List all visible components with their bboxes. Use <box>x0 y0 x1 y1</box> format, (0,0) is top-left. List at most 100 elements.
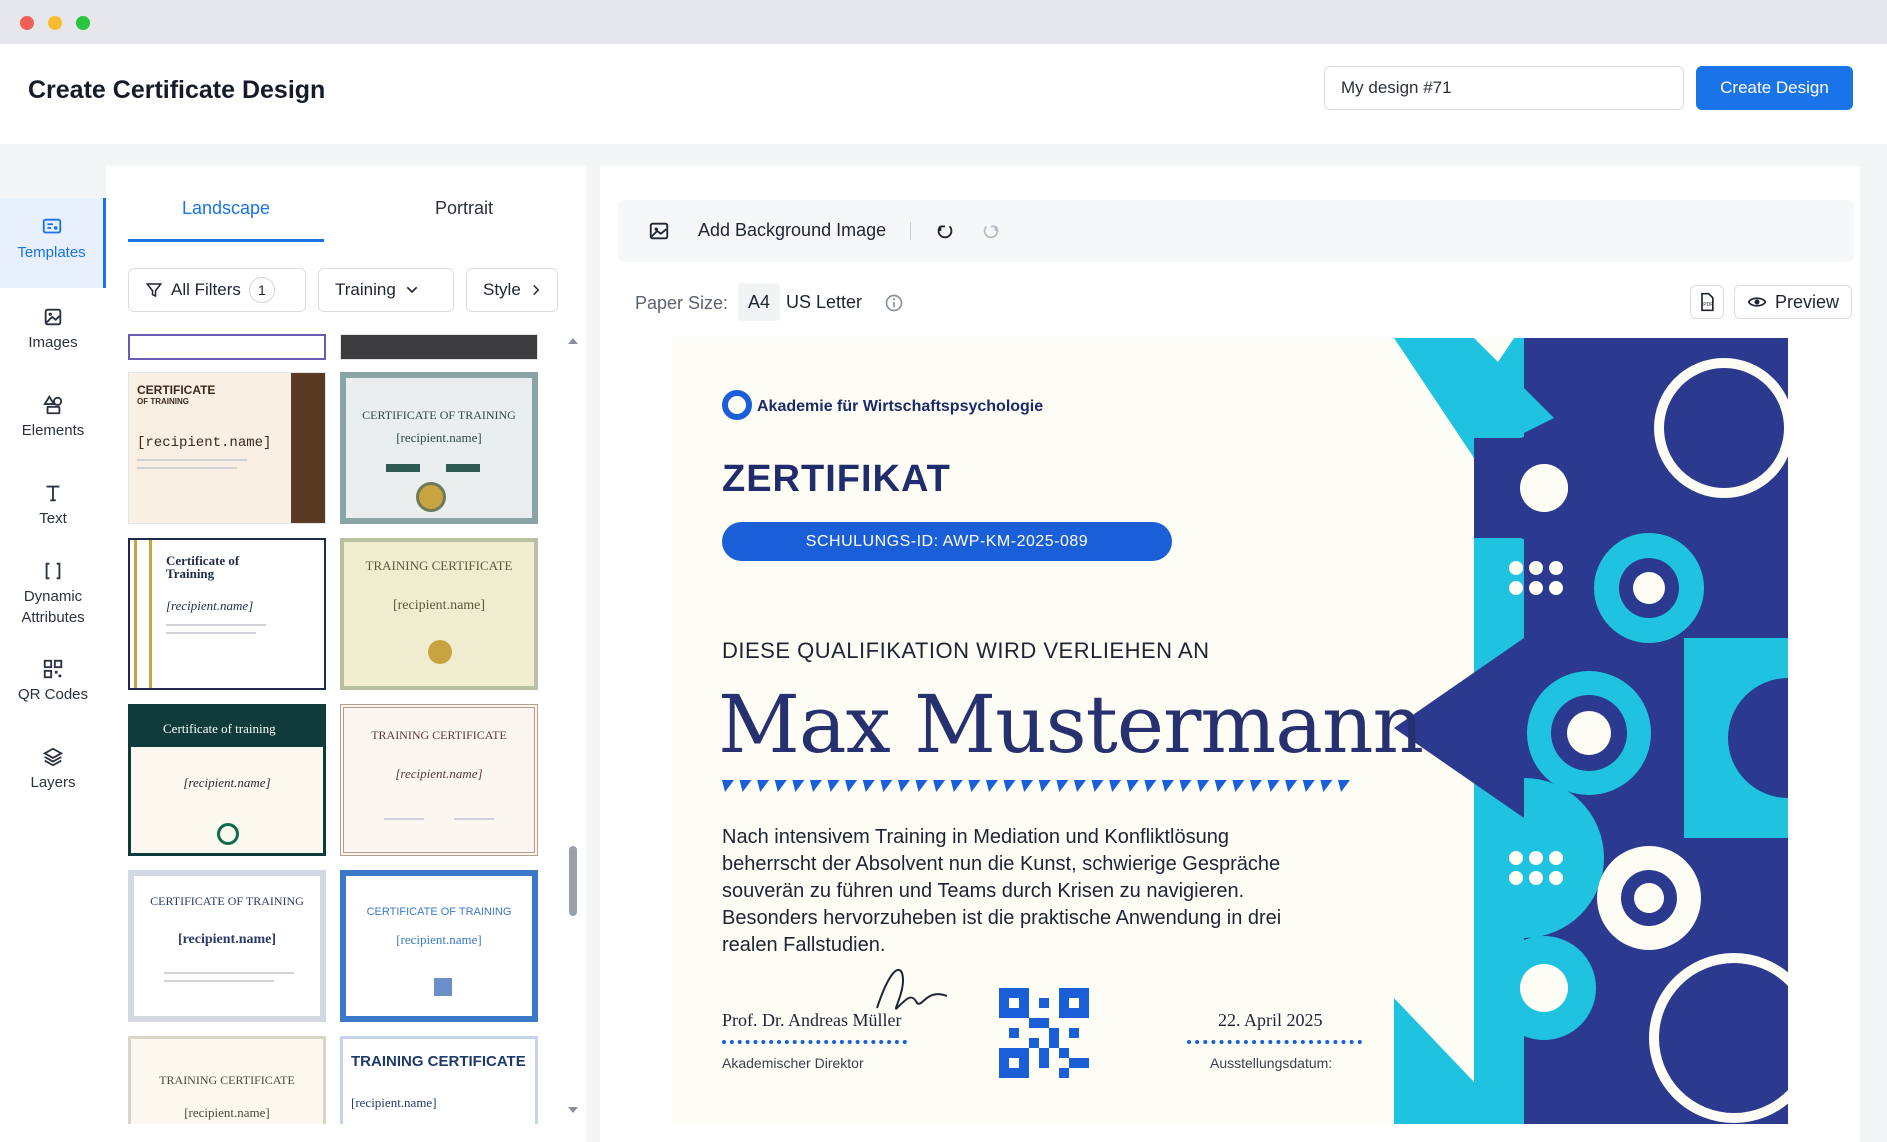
style-filter-dropdown[interactable]: Style <box>466 268 558 312</box>
geometric-pattern-decoration <box>1394 338 1788 1124</box>
design-canvas-area: Add Background Image Paper Size: A4 US L… <box>600 166 1860 1142</box>
template-card[interactable]: CERTIFICATE OF TRAINING [recipient.name] <box>340 372 538 524</box>
sidebar-item-templates[interactable]: Templates <box>0 198 106 288</box>
templates-icon <box>42 218 61 234</box>
scroll-up-arrow[interactable] <box>568 338 578 344</box>
template-card-name: [recipient.name] <box>396 430 482 445</box>
sidebar-item-qr-codes[interactable]: QR Codes <box>0 658 106 705</box>
template-card[interactable] <box>128 334 326 360</box>
template-card-title: CERTIFICATE <box>137 383 216 397</box>
maximize-window-button[interactable] <box>76 16 90 30</box>
app-header: Create Certificate Design Create Design <box>0 44 1887 144</box>
minimize-window-button[interactable] <box>48 16 62 30</box>
triangle-mark <box>1250 780 1262 792</box>
triangle-mark <box>1214 780 1227 792</box>
qr-code-icon[interactable] <box>999 988 1089 1078</box>
certificate-canvas[interactable]: Akademie für Wirtschaftspsychologie ZERT… <box>672 338 1788 1124</box>
template-card[interactable]: Certificate of Training [recipient.name] <box>128 538 326 690</box>
template-card[interactable] <box>340 334 538 360</box>
recipient-name[interactable]: Max Mustermann <box>718 678 1424 771</box>
undo-icon[interactable] <box>934 220 956 242</box>
triangle-mark <box>1091 780 1104 792</box>
template-card-name: [recipient.name] <box>184 1105 270 1120</box>
tab-landscape[interactable]: Landscape <box>128 198 324 242</box>
template-card-name: [recipient.name] <box>396 932 482 947</box>
training-filter-dropdown[interactable]: Training <box>318 268 454 312</box>
design-name-input[interactable] <box>1324 66 1684 110</box>
triangle-mark <box>968 780 981 792</box>
template-card-title: CERTIFICATE OF TRAINING <box>362 408 516 422</box>
signature-image[interactable] <box>867 958 952 1018</box>
triangle-mark <box>986 780 998 792</box>
paper-size-a4-option[interactable]: A4 <box>738 283 781 321</box>
certificate-title[interactable]: ZERTIFIKAT <box>722 458 951 501</box>
create-design-button[interactable]: Create Design <box>1696 66 1853 110</box>
triangle-divider-decoration <box>722 780 1350 792</box>
triangle-mark <box>845 780 858 792</box>
seal-icon <box>217 823 239 845</box>
description-line: Besonders hervorzuheben ist die praktisc… <box>722 907 1282 929</box>
triangle-mark <box>1197 780 1210 792</box>
triangle-mark <box>1338 780 1350 792</box>
all-filters-button[interactable]: All Filters 1 <box>128 268 306 312</box>
triangle-mark <box>933 780 946 792</box>
academy-logo-icon <box>722 390 752 420</box>
template-card[interactable]: CERTIFICATE OF TRAINING [recipient.name] <box>128 372 326 524</box>
template-card[interactable]: CERTIFICATE OF TRAINING [recipient.name] <box>128 870 326 1022</box>
template-card[interactable]: CERTIFICATE OF TRAINING [recipient.name] <box>340 870 538 1022</box>
filter-count-badge: 1 <box>248 277 275 303</box>
pdf-file-icon: PDF <box>1701 292 1714 312</box>
certificate-description[interactable]: Nach intensivem Training in Mediation un… <box>722 824 1332 959</box>
signer-name[interactable]: Prof. Dr. Andreas Müller <box>722 1010 901 1031</box>
template-card[interactable]: Certificate of training [recipient.name] <box>128 704 326 856</box>
toolbar-divider <box>910 222 911 240</box>
triangle-mark <box>1021 780 1034 792</box>
signer-role[interactable]: Akademischer Direktor <box>722 1055 864 1071</box>
training-id-pill[interactable]: SCHULUNGS-ID: AWP-KM-2025-089 <box>722 522 1172 561</box>
paper-size-label: Paper Size: <box>635 293 729 313</box>
triangle-mark <box>1038 780 1051 792</box>
template-card[interactable]: TRAINING CERTIFICATE [recipient.name] <box>128 1036 326 1124</box>
description-line: souverän zu führen und Teams durch Krise… <box>722 880 1245 902</box>
sidebar-item-label: Dynamic Attributes <box>21 588 85 626</box>
preview-button[interactable]: Preview <box>1734 285 1852 319</box>
export-pdf-button[interactable]: PDF <box>1690 285 1724 319</box>
sidebar-item-layers[interactable]: Layers <box>0 746 106 793</box>
template-card[interactable]: TRAINING CERTIFICATE [recipient.name] <box>340 1036 538 1124</box>
issue-date[interactable]: 22. April 2025 <box>1218 1010 1323 1031</box>
scroll-down-arrow[interactable] <box>568 1107 578 1113</box>
triangle-mark <box>1074 780 1086 792</box>
template-card-name: [recipient.name] <box>166 598 254 613</box>
triangle-mark <box>915 780 928 792</box>
description-line: beherrscht der Absolvent nun die Kunst, … <box>722 853 1281 875</box>
sidebar-item-text[interactable]: Text <box>0 482 106 529</box>
templates-scrollbar[interactable] <box>569 846 577 916</box>
paper-size-us-letter-option[interactable]: US Letter <box>776 283 872 321</box>
triangle-mark <box>1162 780 1174 792</box>
template-grid: CERTIFICATE OF TRAINING [recipient.name]… <box>128 334 548 1124</box>
issue-date-label[interactable]: Ausstellungsdatum: <box>1210 1055 1332 1071</box>
sidebar-item-label: Templates <box>17 244 86 261</box>
info-icon[interactable] <box>884 293 904 313</box>
triangle-mark <box>1267 780 1280 792</box>
tab-portrait[interactable]: Portrait <box>366 198 562 242</box>
close-window-button[interactable] <box>20 16 34 30</box>
triangle-mark <box>1126 780 1139 792</box>
template-card[interactable]: TRAINING CERTIFICATE [recipient.name] <box>340 538 538 690</box>
all-filters-label: All Filters <box>171 280 241 299</box>
qr-code-icon <box>434 978 452 996</box>
canvas-toolbar: Add Background Image <box>618 200 1854 262</box>
sidebar-item-elements[interactable]: Elements <box>0 394 106 441</box>
organization-name[interactable]: Akademie für Wirtschaftspsychologie <box>757 398 1043 416</box>
add-background-image-button[interactable]: Add Background Image <box>698 220 886 241</box>
sidebar-item-dynamic-attributes[interactable]: Dynamic Attributes <box>0 560 106 628</box>
sidebar-item-images[interactable]: Images <box>0 306 106 353</box>
triangle-mark <box>1302 780 1315 792</box>
redo-icon[interactable] <box>980 220 1002 242</box>
triangle-mark <box>1109 780 1122 792</box>
template-card[interactable]: TRAINING CERTIFICATE [recipient.name] <box>340 704 538 856</box>
chevron-right-icon[interactable] <box>529 283 543 297</box>
triangle-mark <box>1056 780 1069 792</box>
awarded-to-heading[interactable]: DIESE QUALIFIKATION WIRD VERLIEHEN AN <box>722 638 1210 664</box>
page-title: Create Certificate Design <box>28 76 326 104</box>
